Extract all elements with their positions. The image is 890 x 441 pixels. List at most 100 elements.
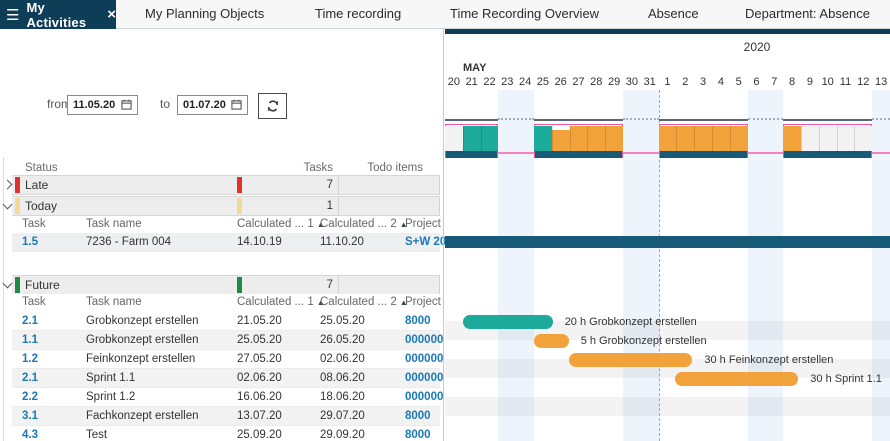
to-date-input[interactable] — [177, 95, 248, 115]
weekend-column — [872, 90, 890, 441]
utilization-day-fill — [445, 126, 463, 151]
cell-border — [439, 276, 440, 294]
table-row[interactable]: 1.1Grobkonzept erstellen25.05.2026.05.20… — [12, 331, 440, 350]
utilization-day-fill — [659, 126, 677, 151]
table-row[interactable]: 2.1 Grobkonzept erstellen 21.05.20 25.05.20… — [12, 312, 440, 331]
gantt-bar-label: 5 h Grobkonzept erstellen — [581, 335, 707, 347]
to-label: to — [160, 97, 170, 111]
status-color-strip — [15, 277, 20, 293]
cell-border — [439, 197, 440, 215]
group-row-today[interactable]: Today1 — [12, 196, 440, 216]
task-number-link[interactable]: 1.2 — [22, 353, 38, 365]
table-row[interactable]: 2.2Sprint 1.216.06.2018.06.20000000 — [12, 388, 440, 407]
tab-time-recording-overview[interactable]: Time Recording Overview — [450, 0, 599, 29]
calculated-date-1: 14.10.19 — [237, 236, 282, 248]
day-label: 29 — [605, 76, 623, 89]
utilization-block[interactable] — [783, 124, 872, 158]
expander-icon[interactable] — [3, 180, 13, 190]
tab-department-absence[interactable]: Department: Absence — [745, 0, 870, 29]
task-number-link[interactable]: 2.2 — [22, 391, 38, 403]
table-row[interactable]: 4.3Test25.09.2029.09.208000 — [12, 426, 440, 441]
utilization-day-fill — [819, 126, 837, 151]
gantt-chart: 2020 MAY 2021222324252627282930311234567… — [445, 0, 890, 441]
group-row-future[interactable]: Future7 — [12, 275, 440, 295]
day-label: 25 — [534, 76, 552, 89]
calculated-date-1: 21.05.20 — [237, 315, 282, 327]
task-number-link[interactable]: 4.3 — [22, 429, 38, 441]
calculated-date-2: 08.06.20 — [320, 372, 365, 384]
tasks-color-strip — [237, 198, 242, 214]
utilization-day-fill — [676, 126, 694, 151]
project-link[interactable]: 000000 — [405, 391, 443, 403]
day-label: 28 — [587, 76, 605, 89]
calculated-date-1: 25.09.20 — [237, 429, 282, 441]
gantt-task-bar[interactable] — [445, 236, 890, 248]
tasks-column-header: Tasks — [237, 162, 333, 174]
day-label: 12 — [854, 76, 872, 89]
capacity-dotted-line — [498, 118, 534, 120]
subheader-calculated-1[interactable]: Calculated ... 1▲ — [237, 218, 325, 230]
refresh-button[interactable] — [258, 93, 287, 119]
utilization-day-fill — [534, 126, 552, 151]
expander-icon[interactable] — [3, 200, 13, 210]
calculated-date-2: 25.05.20 — [320, 315, 365, 327]
subheader-calculated-2[interactable]: Calculated ... 2▲ — [320, 296, 408, 308]
close-icon[interactable]: × — [107, 6, 116, 23]
task-number-link[interactable]: 3.1 — [22, 410, 38, 422]
project-link[interactable]: 8000 — [405, 429, 431, 441]
project-link[interactable]: 8000 — [405, 410, 431, 422]
gantt-task-bar[interactable] — [569, 353, 693, 367]
expander-icon[interactable] — [3, 279, 13, 289]
project-link[interactable]: 000000 — [405, 372, 443, 384]
utilization-block[interactable] — [659, 124, 748, 158]
from-date-input[interactable] — [67, 95, 138, 115]
calculated-date-2: 26.05.20 — [320, 334, 365, 346]
gantt-bar-label: 30 h Feinkonzept erstellen — [704, 354, 833, 366]
tab-absence[interactable]: Absence — [648, 0, 699, 29]
menu-icon[interactable]: ☰ — [6, 6, 19, 24]
task-number-link[interactable]: 2.1 — [22, 315, 38, 327]
task-name: Sprint 1.1 — [86, 372, 135, 384]
group-name: Future — [25, 278, 60, 292]
table-row[interactable]: 2.1Sprint 1.102.06.2008.06.20000000 — [12, 369, 440, 388]
status-color-strip — [15, 177, 20, 193]
utilization-base-strip — [535, 151, 622, 158]
todo-column-header: Todo items — [338, 162, 423, 174]
table-row[interactable]: 1.2Feinkonzept erstellen27.05.2002.06.20… — [12, 350, 440, 369]
tasks-color-strip — [237, 277, 242, 293]
calculated-date-1: 16.06.20 — [237, 391, 282, 403]
weekend-column — [623, 90, 659, 441]
task-number-link[interactable]: 1.1 — [22, 334, 38, 346]
cell-border — [439, 176, 440, 194]
tab-my-planning-objects[interactable]: My Planning Objects — [145, 0, 264, 29]
calculated-date-2: 02.06.20 — [320, 353, 365, 365]
table-row[interactable]: 3.1Fachkonzept erstellen13.07.2029.07.20… — [12, 407, 440, 426]
utilization-day-fill — [730, 126, 748, 151]
gantt-task-bar[interactable] — [675, 372, 799, 386]
tab-time-recording[interactable]: Time recording — [315, 0, 401, 29]
status-color-strip — [15, 198, 20, 214]
project-link[interactable]: 8000 — [405, 315, 431, 327]
subheader-calculated-1[interactable]: Calculated ... 1▲ — [237, 296, 325, 308]
panel-divider[interactable] — [443, 29, 444, 441]
day-label: 22 — [481, 76, 499, 89]
gantt-task-bar[interactable] — [463, 315, 553, 329]
utilization-block[interactable] — [445, 124, 498, 158]
table-left-border — [3, 157, 4, 441]
subheader-calculated-2[interactable]: Calculated ... 2▲ — [320, 218, 408, 230]
group-row-late[interactable]: Late7 — [12, 175, 440, 195]
calculated-date-2: 29.09.20 — [320, 429, 365, 441]
tab-my-activities[interactable]: ☰ My Activities × — [0, 0, 116, 29]
subheader-task: Task — [22, 218, 46, 230]
utilization-block[interactable] — [534, 124, 623, 158]
table-row[interactable]: 1.57236 - Farm 00414.10.1911.10.20S+W 20… — [12, 233, 440, 252]
utilization-base-strip — [446, 151, 497, 158]
task-number-link[interactable]: 2.1 — [22, 372, 38, 384]
project-link[interactable]: 000000 — [405, 334, 443, 346]
active-tab-label: My Activities — [26, 0, 98, 30]
task-name: Grobkonzept erstellen — [86, 315, 199, 327]
project-link[interactable]: 000000 — [405, 353, 443, 365]
gantt-task-bar[interactable] — [534, 334, 569, 348]
day-label: 5 — [730, 76, 748, 89]
task-number-link[interactable]: 1.5 — [22, 236, 38, 248]
